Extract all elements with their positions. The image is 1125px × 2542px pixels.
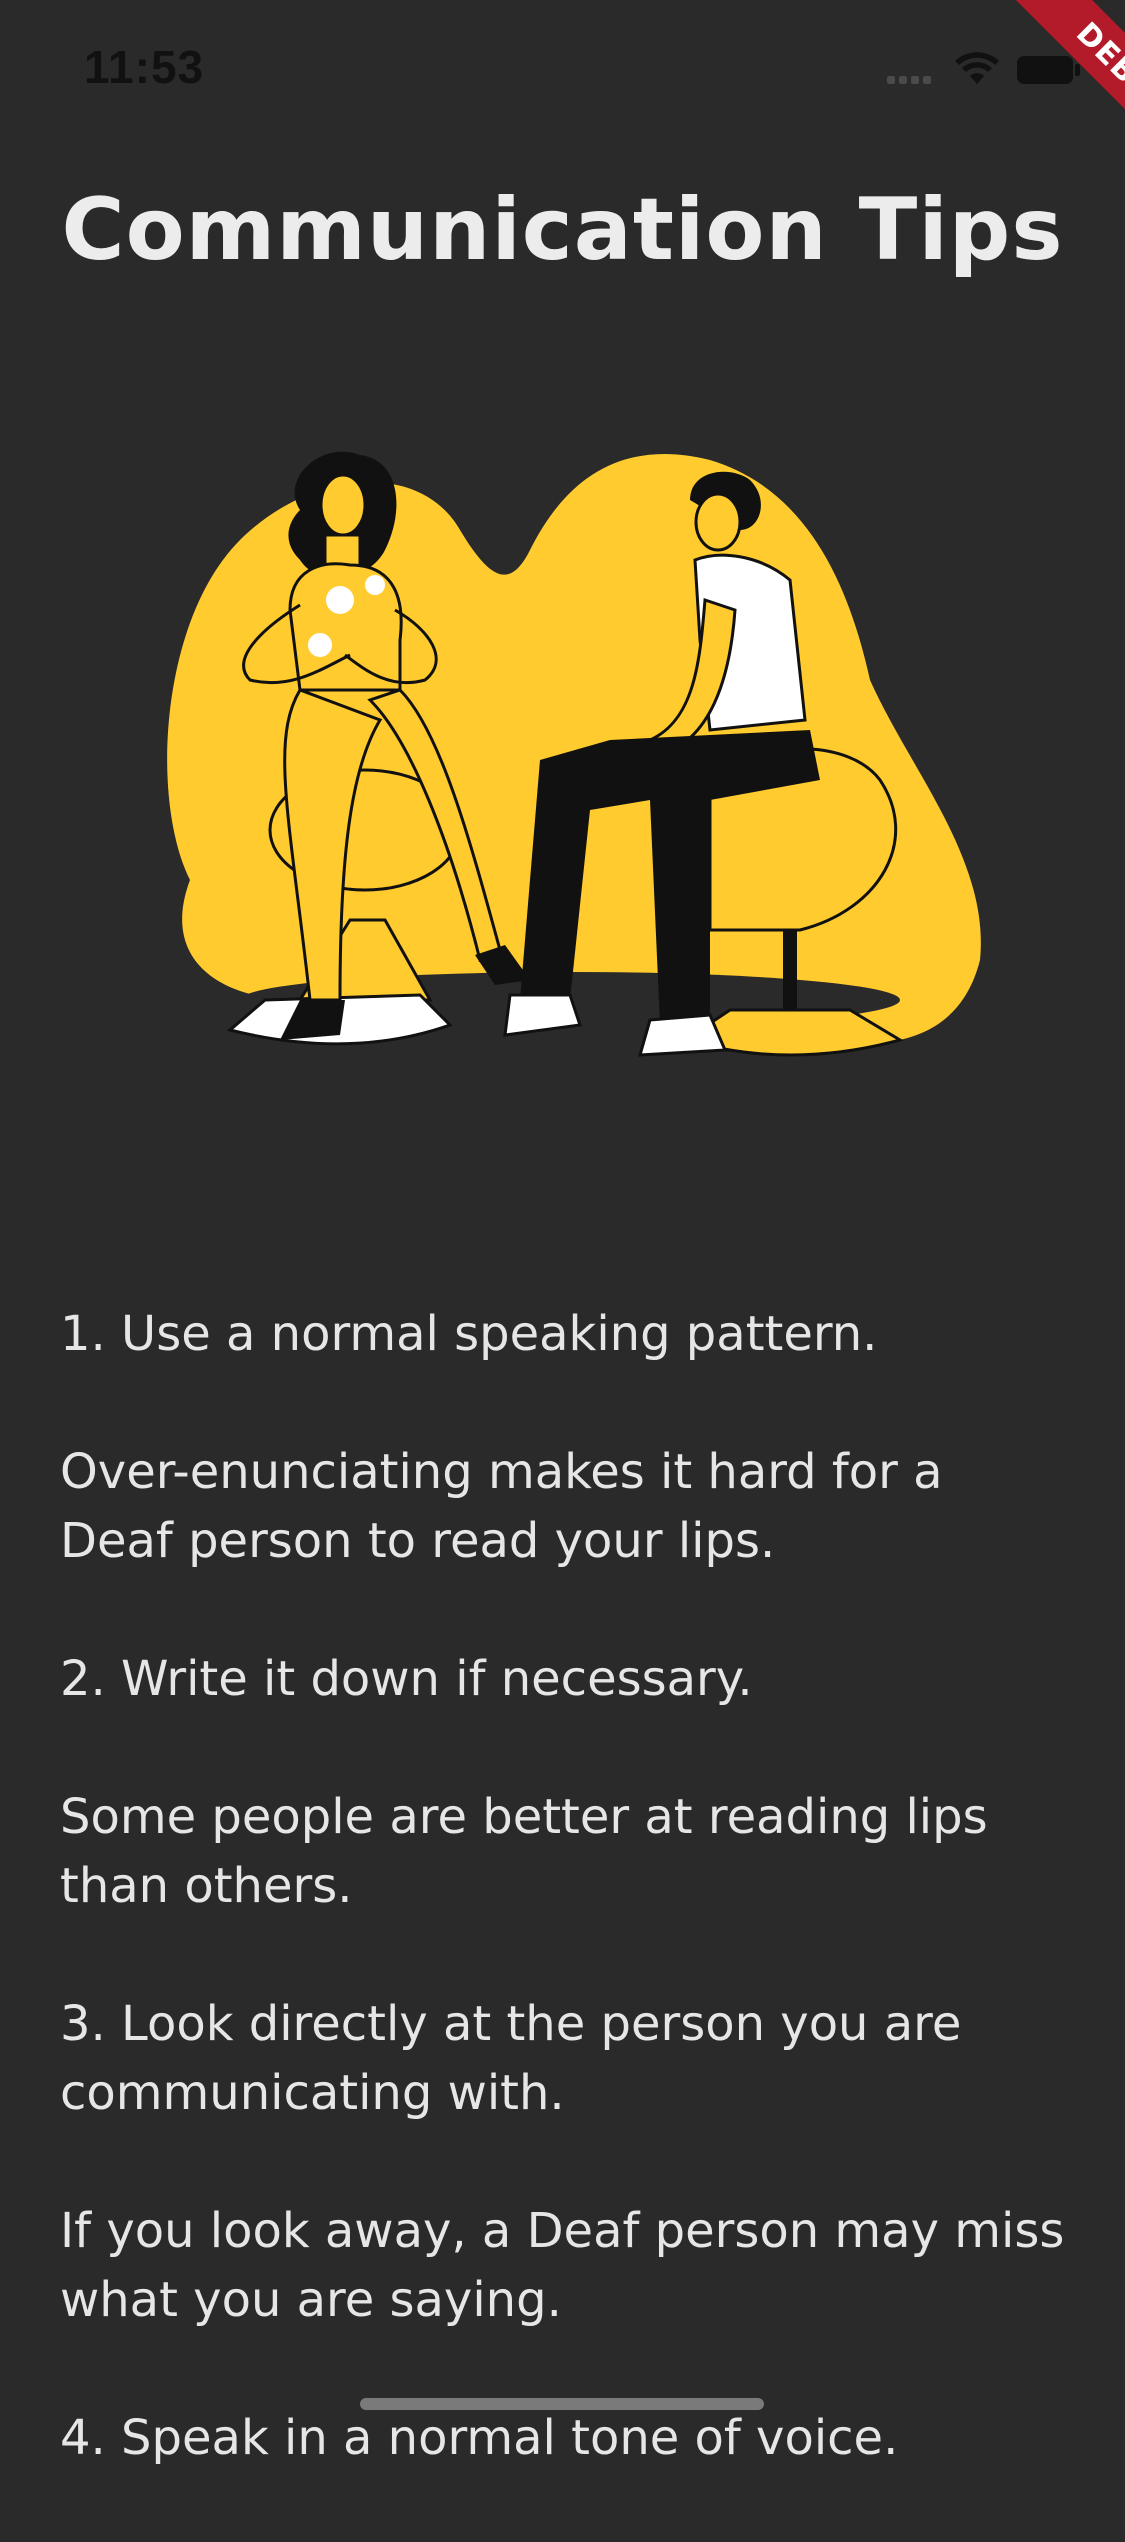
tip-heading: 4. Speak in a normal tone of voice. [60, 2410, 899, 2466]
tip-item: 1. Use a normal speaking pattern. Over-e… [60, 1300, 1070, 1576]
two-people-conversation-illustration [167, 451, 981, 1057]
tip-heading: 3. Look directly at the person you are c… [60, 1996, 962, 2121]
tip-body: If you look away, a Deaf person may miss… [60, 2203, 1065, 2328]
tip-body: Some people are better at reading lips t… [60, 1789, 988, 1914]
home-indicator[interactable] [360, 2398, 764, 2410]
tip-item: 3. Look directly at the person you are c… [60, 1990, 1070, 2335]
tip-item: 2. Write it down if necessary. Some peop… [60, 1645, 1070, 1921]
status-time: 11:53 [84, 41, 205, 93]
signal-icon [887, 76, 931, 84]
page-title: Communication Tips [61, 180, 1064, 280]
tip-body: Over-enunciating makes it hard for a Dea… [60, 1444, 943, 1569]
tip-heading: 2. Write it down if necessary. [60, 1651, 753, 1707]
tip-item: 4. Speak in a normal tone of voice. [60, 2404, 1070, 2473]
debug-banner: DEBUG [935, 0, 1125, 190]
debug-ribbon: DEBUG [992, 0, 1125, 190]
tips-list: 1. Use a normal speaking pattern. Over-e… [60, 1300, 1070, 2542]
tip-heading: 1. Use a normal speaking pattern. [60, 1306, 878, 1362]
